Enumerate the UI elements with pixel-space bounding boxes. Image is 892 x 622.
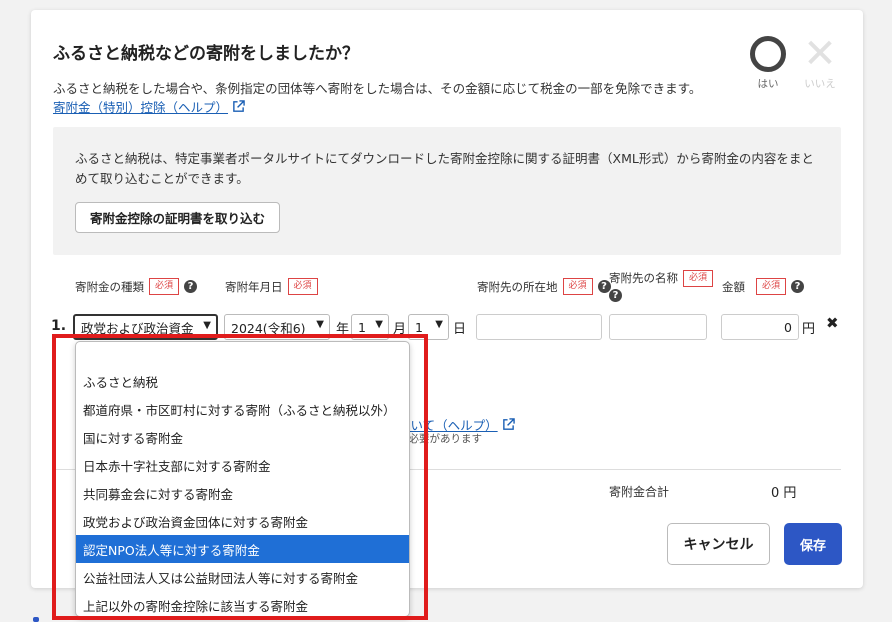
no-choice[interactable]: ✕ いいえ xyxy=(801,31,839,91)
dropdown-option[interactable]: 都道府県・市区町村に対する寄附（ふるさと納税以外） xyxy=(76,395,409,423)
dropdown-option[interactable]: 上記以外の寄附金控除に該当する寄附金 xyxy=(76,591,409,616)
delete-row-icon[interactable]: ✖ xyxy=(826,314,839,332)
question-icon[interactable]: ? xyxy=(609,289,622,302)
external-link-icon xyxy=(233,100,245,112)
column-date-label: 寄附年月日 xyxy=(225,279,283,294)
column-header-amount: 金額 必須 ? xyxy=(722,278,805,295)
modal-title: ふるさと納税などの寄附をしましたか？ xyxy=(53,44,359,64)
month-unit: 月 xyxy=(393,322,407,337)
address-input[interactable] xyxy=(476,314,602,340)
column-header-address: 寄附先の所在地 必須 ? xyxy=(477,278,611,295)
required-badge: 必須 xyxy=(149,278,180,295)
external-link-icon xyxy=(502,418,515,430)
yes-choice[interactable]: はい xyxy=(749,36,787,91)
day-value: 1 xyxy=(415,319,423,335)
column-type-label: 寄附金の種類 xyxy=(75,279,144,294)
donation-type-select[interactable]: 政党および政治資金 ▼ xyxy=(73,314,218,340)
donation-type-dropdown[interactable]: ふるさと納税 都道府県・市区町村に対する寄附（ふるさと納税以外） 国に対する寄附… xyxy=(75,341,410,617)
year-value: 2024(令和6) xyxy=(231,320,306,336)
day-select[interactable]: 1 ▼ xyxy=(408,314,449,340)
chevron-down-icon: ▼ xyxy=(435,319,443,330)
cross-icon: ✕ xyxy=(803,31,837,77)
required-badge: 必須 xyxy=(287,278,318,295)
xml-import-text: ふるさと納税は、特定事業者ポータルサイトにてダウンロードした寄附金控除に関する証… xyxy=(75,151,814,186)
required-badge: 必須 xyxy=(756,278,787,295)
modal-description: ふるさと納税をした場合や、条例指定の団体等へ寄附をした場合は、その金額に応じて税… xyxy=(53,81,702,96)
column-header-type: 寄附金の種類 必須 ? xyxy=(75,278,198,295)
question-icon[interactable]: ? xyxy=(184,280,198,293)
column-header-name: 寄附先の名称 ? 必須 xyxy=(609,270,714,302)
day-unit: 日 xyxy=(453,322,467,337)
import-certificate-button[interactable]: 寄附金控除の証明書を取り込む xyxy=(75,202,281,233)
column-amount-label: 金額 xyxy=(722,279,745,294)
dropdown-option[interactable]: 日本赤十字社支部に対する寄附金 xyxy=(76,451,409,479)
donation-type-value: 政党および政治資金 xyxy=(81,320,194,336)
total-label: 寄附金合計 xyxy=(609,485,670,499)
chevron-down-icon: ▼ xyxy=(203,320,211,331)
cancel-button[interactable]: キャンセル xyxy=(667,523,770,565)
dropdown-option-highlighted[interactable]: 認定NPO法人等に対する寄附金 xyxy=(76,535,409,563)
dropdown-option[interactable]: ふるさと納税 xyxy=(76,367,409,395)
column-header-date: 寄附年月日 必須 xyxy=(225,278,318,295)
amount-input[interactable]: 0 xyxy=(721,314,799,340)
circle-icon xyxy=(750,36,786,72)
no-label: いいえ xyxy=(804,78,836,90)
behind-note: る必要があります xyxy=(398,433,482,445)
recipient-name-input[interactable] xyxy=(609,314,707,340)
total-value: 0 円 xyxy=(771,486,797,501)
dropdown-option[interactable]: 共同募金会に対する寄附金 xyxy=(76,479,409,507)
column-address-label: 寄附先の所在地 xyxy=(477,279,558,294)
row-number: 1. xyxy=(51,318,67,334)
chevron-down-icon: ▼ xyxy=(316,319,324,330)
month-select[interactable]: 1 ▼ xyxy=(351,314,389,340)
question-icon[interactable]: ? xyxy=(791,280,805,293)
xml-import-info-box: ふるさと納税は、特定事業者ポータルサイトにてダウンロードした寄附金控除に関する証… xyxy=(53,127,841,255)
required-badge: 必須 xyxy=(562,278,593,295)
help-link-donation-deduction[interactable]: 寄附金（特別）控除（ヘルプ） xyxy=(53,97,245,116)
amount-unit: 円 xyxy=(802,322,816,337)
chevron-down-icon: ▼ xyxy=(375,319,383,330)
column-name-label: 寄附先の名称 xyxy=(609,271,678,285)
year-select[interactable]: 2024(令和6) ▼ xyxy=(224,314,330,340)
year-unit: 年 xyxy=(336,322,350,337)
help-link-label: 寄附金（特別）控除（ヘルプ） xyxy=(53,100,229,115)
required-badge: 必須 xyxy=(683,270,714,287)
bottom-marker xyxy=(33,617,39,622)
dropdown-option[interactable]: 政党および政治資金団体に対する寄附金 xyxy=(76,507,409,535)
yes-label: はい xyxy=(757,78,779,90)
dropdown-option[interactable]: 公益社団法人又は公益財団法人等に対する寄附金 xyxy=(76,563,409,591)
save-button[interactable]: 保存 xyxy=(784,523,842,565)
dropdown-option[interactable]: 国に対する寄附金 xyxy=(76,423,409,451)
month-value: 1 xyxy=(358,319,366,335)
